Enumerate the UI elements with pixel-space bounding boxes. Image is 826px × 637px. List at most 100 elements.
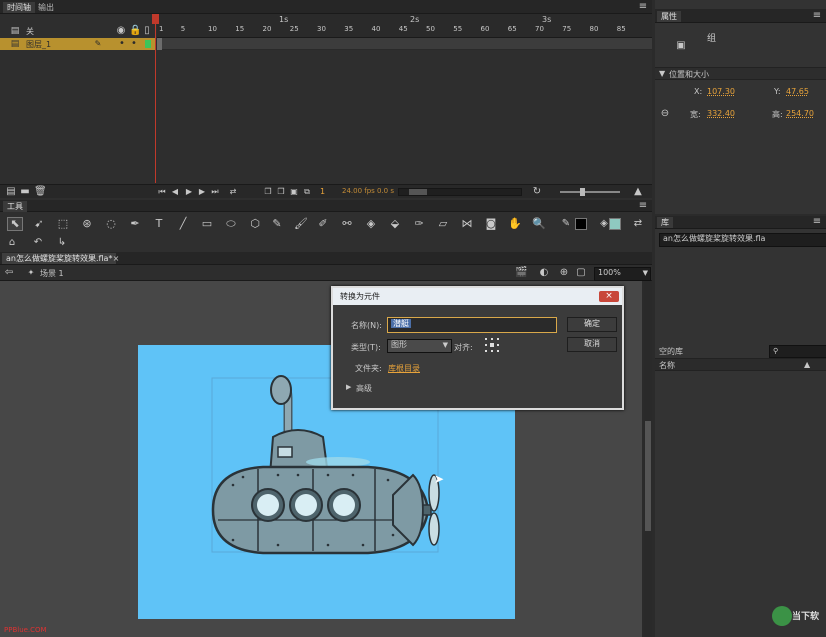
layer-color-swatch[interactable] (145, 40, 151, 48)
timeline-scrollbar[interactable] (398, 188, 522, 196)
eraser-tool-icon[interactable]: ▱ (436, 218, 450, 230)
dialog-titlebar[interactable]: 转换为元件 × (333, 288, 622, 305)
edit-scene-icon[interactable]: 🎬 (515, 267, 527, 279)
layer-dot-lock[interactable]: • (130, 38, 138, 50)
center-frame-icon[interactable]: ↻ (532, 186, 542, 198)
line-tool-icon[interactable]: ╱ (176, 218, 190, 230)
onion-markers-icon[interactable]: ⧉ (302, 186, 312, 198)
panel-menu-icon[interactable]: ≡ (638, 1, 648, 13)
mountain-large-icon[interactable]: ▲ (632, 186, 644, 198)
tab-tools[interactable]: 工具 (3, 201, 27, 212)
rectangle-tool-icon[interactable]: ▭ (200, 218, 214, 230)
fps-readout[interactable]: 24.00 fps (342, 187, 375, 195)
library-document-select[interactable]: an怎么做螺旋桨旋转效果.fla (659, 233, 826, 247)
hand-tool-icon[interactable]: ✋ (508, 218, 522, 230)
library-name-column[interactable]: 名称 (659, 360, 675, 371)
x-value[interactable]: 107.30 (707, 87, 735, 96)
stroke-color-icon[interactable]: ✎ (560, 218, 572, 230)
last-frame-icon[interactable]: ⏭ (210, 186, 220, 198)
time-readout[interactable]: 0.0 s (377, 187, 394, 195)
playhead[interactable] (155, 18, 156, 183)
tab-output[interactable]: 输出 (34, 2, 58, 13)
zoom-select[interactable]: 100% ▼ (594, 267, 651, 281)
lock-icon[interactable]: 🔒 (129, 25, 141, 37)
polystar-tool-icon[interactable]: ⬡ (248, 218, 262, 230)
straighten-icon[interactable]: ↳ (56, 237, 68, 249)
free-transform-tool-icon[interactable]: ⬚ (56, 218, 70, 230)
library-menu-icon[interactable]: ≡ (812, 216, 822, 228)
timeline-zoom-handle[interactable] (580, 188, 585, 196)
play-icon[interactable]: ▶ (184, 186, 194, 198)
onion-skin-icon[interactable]: ❐ (263, 186, 273, 198)
sort-arrow-icon[interactable]: ▲ (804, 360, 810, 369)
new-folder-icon[interactable]: ▬ (20, 186, 30, 198)
frame-ruler[interactable]: 1s 2s 3s 1 5 10 15 20 25 30 35 40 45 50 55 60 65 70 75 8… (157, 14, 652, 38)
new-layer-icon[interactable]: ▤ (6, 186, 16, 198)
3d-rotation-tool-icon[interactable]: ⊛ (80, 218, 94, 230)
selection-tool-icon[interactable]: ⬉ (7, 217, 23, 231)
height-value[interactable]: 254.70 (786, 109, 814, 118)
width-value[interactable]: 332.40 (707, 109, 735, 118)
back-arrow-icon[interactable]: ⇦ (4, 267, 14, 279)
oval-tool-icon[interactable]: ⬭ (224, 218, 238, 230)
playhead-handle[interactable] (152, 14, 159, 24)
onion-outline-icon[interactable]: ❒ (276, 186, 286, 198)
symbol-name-input[interactable]: 潜艇 (387, 317, 557, 333)
center-stage-icon[interactable]: ⊕ (558, 267, 570, 279)
tab-library[interactable]: 库 (657, 217, 673, 228)
pen-tool-icon[interactable]: ✒ (128, 218, 142, 230)
keyframe[interactable] (157, 38, 162, 50)
layer-row[interactable]: ▤ 图层_1 ✎ • • (0, 38, 156, 50)
camera-tool-icon[interactable]: ◙ (484, 218, 498, 230)
bone-tool-icon[interactable]: ⚯ (340, 218, 354, 230)
fill-color-swatch[interactable] (575, 218, 587, 230)
paint-bucket-tool-icon[interactable]: ◈ (364, 218, 378, 230)
folder-link[interactable]: 库根目录 (388, 363, 420, 374)
step-forward-icon[interactable]: ▶ (197, 186, 207, 198)
stage-scroll-thumb[interactable] (645, 421, 651, 531)
swap-colors-icon[interactable]: ⇄ (632, 218, 644, 230)
tools-menu-icon[interactable]: ≡ (638, 200, 648, 212)
pencil-tool-icon[interactable]: ✎ (270, 218, 284, 230)
scene-label[interactable]: 场景 1 (40, 268, 64, 279)
frames-area[interactable] (157, 38, 652, 50)
library-search-input[interactable]: ⚲ (769, 345, 826, 358)
symbol-type-select[interactable]: 图形 ▼ (387, 339, 452, 353)
stroke-color-swatch[interactable] (609, 218, 621, 230)
snap-icon[interactable]: ⌂ (6, 237, 18, 249)
edit-symbol-icon[interactable]: ◐ (538, 267, 550, 279)
eyedropper-tool-icon[interactable]: ✑ (412, 218, 426, 230)
step-back-icon[interactable]: ◀ (170, 186, 180, 198)
layer-name[interactable]: 图层_1 (26, 39, 51, 50)
eye-icon[interactable]: ◉ (116, 25, 126, 37)
brush-tool-icon[interactable]: ✐ (316, 218, 330, 230)
loop-icon[interactable]: ⇄ (228, 186, 238, 198)
smooth-icon[interactable]: ↶ (32, 237, 44, 249)
timeline-scroll-thumb[interactable] (409, 189, 427, 195)
properties-menu-icon[interactable]: ≡ (812, 10, 822, 22)
ok-button[interactable]: 确定 (567, 317, 617, 332)
position-size-header[interactable]: ▼ 位置和大小 (655, 67, 826, 80)
tab-properties[interactable]: 属性 (657, 11, 681, 22)
dialog-close-button[interactable]: × (599, 291, 619, 302)
layer-dot-eye[interactable]: • (118, 38, 126, 50)
frame-readout[interactable]: 1 (320, 187, 325, 196)
advanced-arrow-icon[interactable]: ▶ (346, 383, 351, 391)
ink-bottle-tool-icon[interactable]: ⬙ (388, 218, 402, 230)
text-tool-icon[interactable]: T (152, 218, 166, 230)
subselection-tool-icon[interactable]: ➹ (32, 218, 46, 230)
close-document-icon[interactable]: × (111, 253, 121, 265)
registration-grid[interactable] (485, 338, 499, 352)
link-icon[interactable]: ⊖ (659, 108, 671, 120)
outline-icon[interactable]: ▯ (142, 25, 152, 37)
advanced-toggle[interactable]: 高级 (356, 383, 372, 394)
stage-scrollbar[interactable] (644, 281, 652, 637)
lasso-tool-icon[interactable]: ◌ (104, 218, 118, 230)
document-tab[interactable]: an怎么做螺旋桨旋转效果.fla* (2, 253, 117, 264)
y-value[interactable]: 47.65 (786, 87, 809, 96)
zoom-tool-icon[interactable]: 🔍 (532, 218, 546, 230)
clip-stage-icon[interactable]: ▢ (575, 267, 587, 279)
delete-layer-icon[interactable]: 🗑 (34, 186, 47, 198)
first-frame-icon[interactable]: ⏮ (157, 186, 167, 198)
cancel-button[interactable]: 取消 (567, 337, 617, 352)
